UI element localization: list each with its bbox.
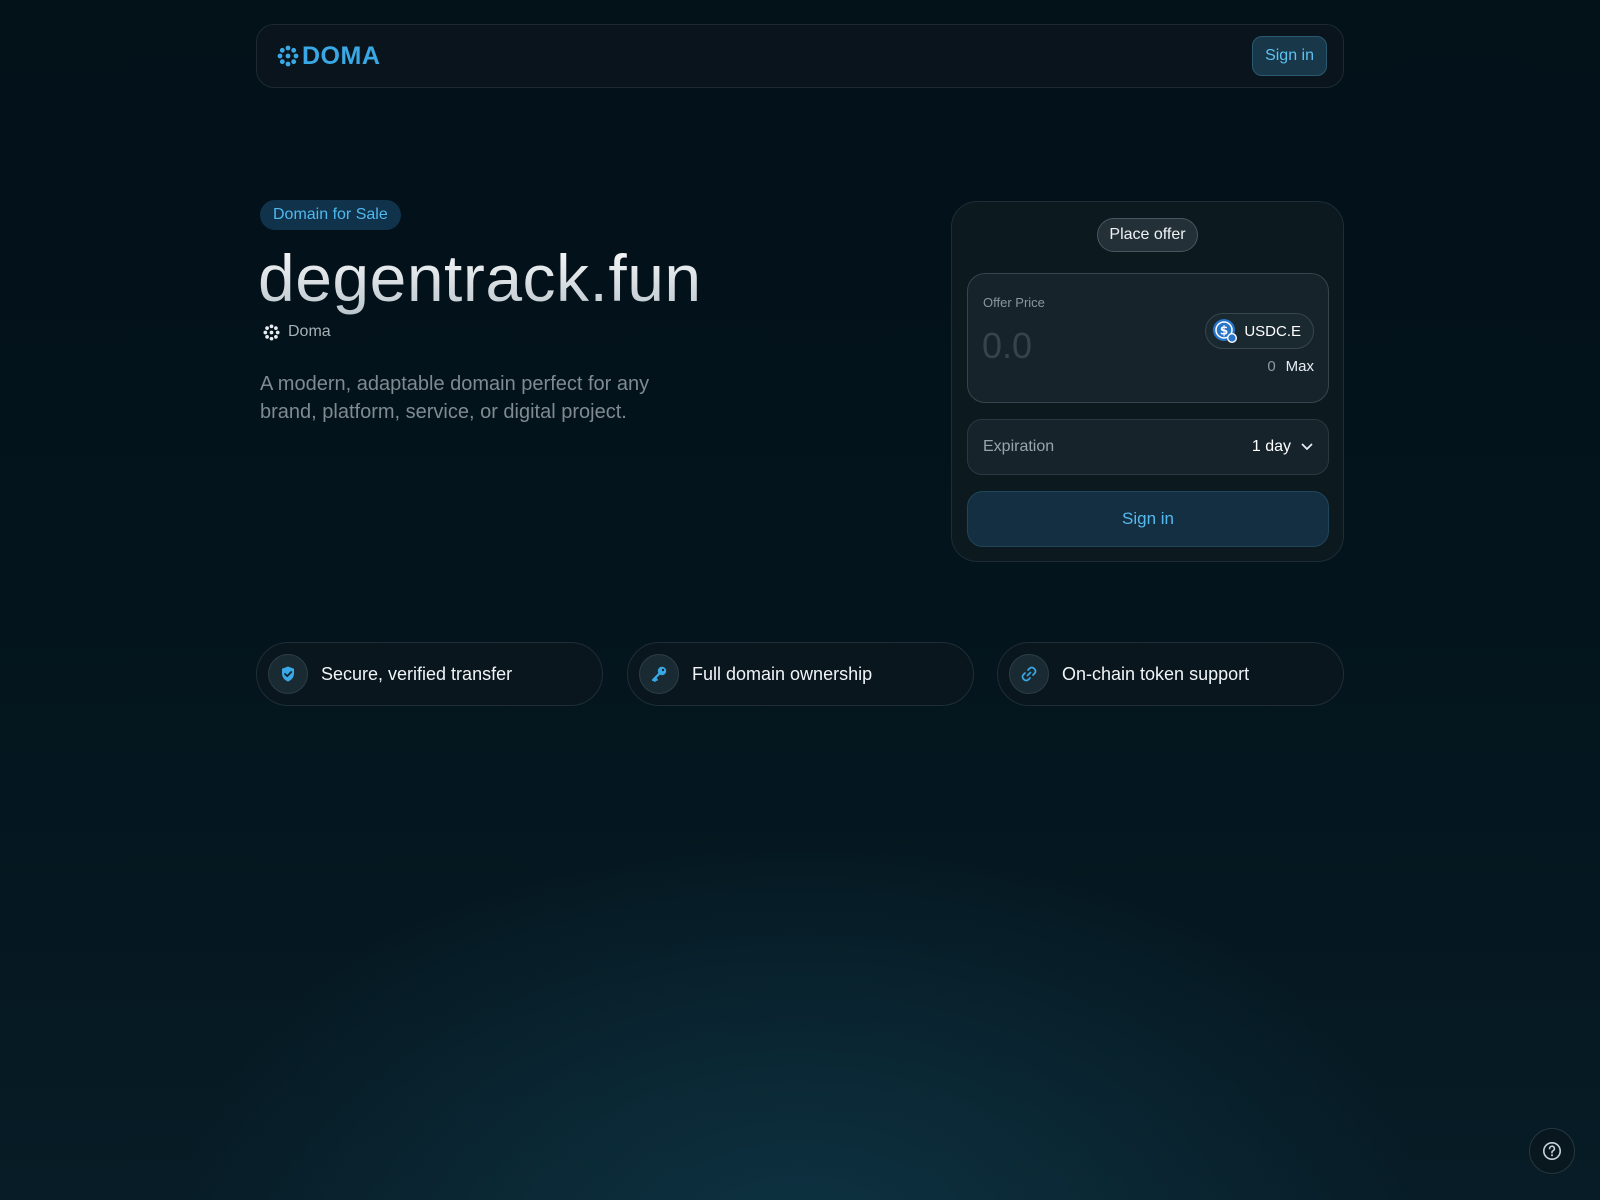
doma-registrar-icon — [263, 323, 280, 341]
expiration-value: 1 day — [1251, 438, 1291, 455]
doma-logo-icon — [277, 45, 299, 67]
offer-card: Place offer Offer Price $ USDC.E 0 Max E… — [951, 201, 1344, 562]
domain-name-title: degentrack.fun — [258, 241, 702, 315]
usdc-token-icon: $ — [1213, 319, 1238, 343]
feature-label: Secure, verified transfer — [321, 663, 513, 684]
expiration-select[interactable]: 1 day — [1252, 438, 1313, 456]
svg-text:$: $ — [1220, 324, 1228, 338]
offer-sign-in-button[interactable]: Sign in — [967, 491, 1329, 547]
feature-label: On-chain token support — [1062, 663, 1250, 684]
feature-onchain-token: On-chain token support — [997, 642, 1344, 706]
offer-price-input[interactable] — [982, 324, 1202, 368]
registrar-name: Doma — [288, 323, 331, 340]
domain-description: A modern, adaptable domain perfect for a… — [260, 373, 650, 423]
help-button[interactable] — [1529, 1128, 1575, 1174]
link-icon — [1009, 654, 1049, 694]
expiration-field[interactable]: Expiration 1 day — [967, 419, 1329, 475]
key-icon — [639, 654, 679, 694]
token-symbol: USDC.E — [1244, 322, 1301, 340]
feature-secure-transfer: Secure, verified transfer — [256, 642, 603, 706]
registrar-info: Doma — [263, 323, 331, 341]
chevron-down-icon — [1301, 443, 1313, 450]
tab-place-offer[interactable]: Place offer — [1097, 218, 1198, 252]
offer-price-label: Offer Price — [983, 295, 1045, 310]
shield-check-icon — [268, 654, 308, 694]
max-button[interactable]: Max — [1286, 358, 1314, 375]
feature-label: Full domain ownership — [692, 663, 873, 684]
feature-domain-ownership: Full domain ownership — [627, 642, 974, 706]
expiration-label: Expiration — [983, 438, 1055, 455]
header-sign-in-button[interactable]: Sign in — [1252, 36, 1327, 76]
token-balance: 0 — [1267, 358, 1276, 375]
doma-logo[interactable]: DOMA — [277, 42, 380, 71]
balance-row: 0 Max — [1267, 358, 1314, 375]
logo-text: DOMA — [302, 41, 381, 70]
offer-price-box: Offer Price $ USDC.E 0 Max — [967, 273, 1329, 403]
domain-for-sale-badge: Domain for Sale — [260, 200, 401, 230]
top-navigation-bar: DOMA Sign in — [256, 24, 1344, 88]
token-selector[interactable]: $ USDC.E — [1205, 313, 1314, 349]
question-mark-icon — [1543, 1142, 1561, 1160]
